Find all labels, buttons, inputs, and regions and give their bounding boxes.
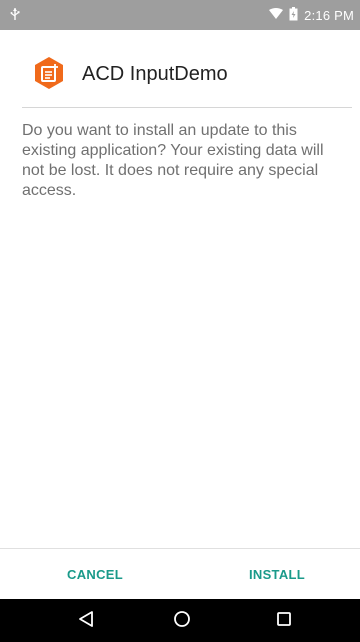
- back-icon: [77, 610, 95, 633]
- app-icon: [32, 56, 66, 90]
- recents-icon: [276, 611, 292, 632]
- battery-icon: [289, 6, 298, 24]
- app-title: ACD InputDemo: [82, 63, 228, 85]
- header-divider: [22, 107, 352, 108]
- home-icon: [173, 610, 191, 633]
- cancel-button[interactable]: CANCEL: [40, 549, 150, 599]
- navigation-bar: [0, 599, 360, 642]
- wifi-icon: [269, 7, 284, 23]
- install-message: Do you want to install an update to this…: [22, 122, 324, 199]
- back-button[interactable]: [66, 607, 106, 635]
- dialog-header: ACD InputDemo: [0, 50, 360, 98]
- status-left: [10, 7, 20, 24]
- status-right: 2:16 PM: [269, 6, 354, 24]
- install-screen: 2:16 PM ACD InputDemo Do you want to ins…: [0, 0, 360, 642]
- status-time: 2:16 PM: [304, 7, 354, 23]
- install-button[interactable]: INSTALL: [222, 549, 332, 599]
- recents-button[interactable]: [264, 607, 304, 635]
- status-bar: 2:16 PM: [0, 0, 360, 30]
- usb-icon: [10, 7, 20, 24]
- action-buttons: CANCEL INSTALL: [0, 549, 360, 599]
- home-button[interactable]: [162, 607, 202, 635]
